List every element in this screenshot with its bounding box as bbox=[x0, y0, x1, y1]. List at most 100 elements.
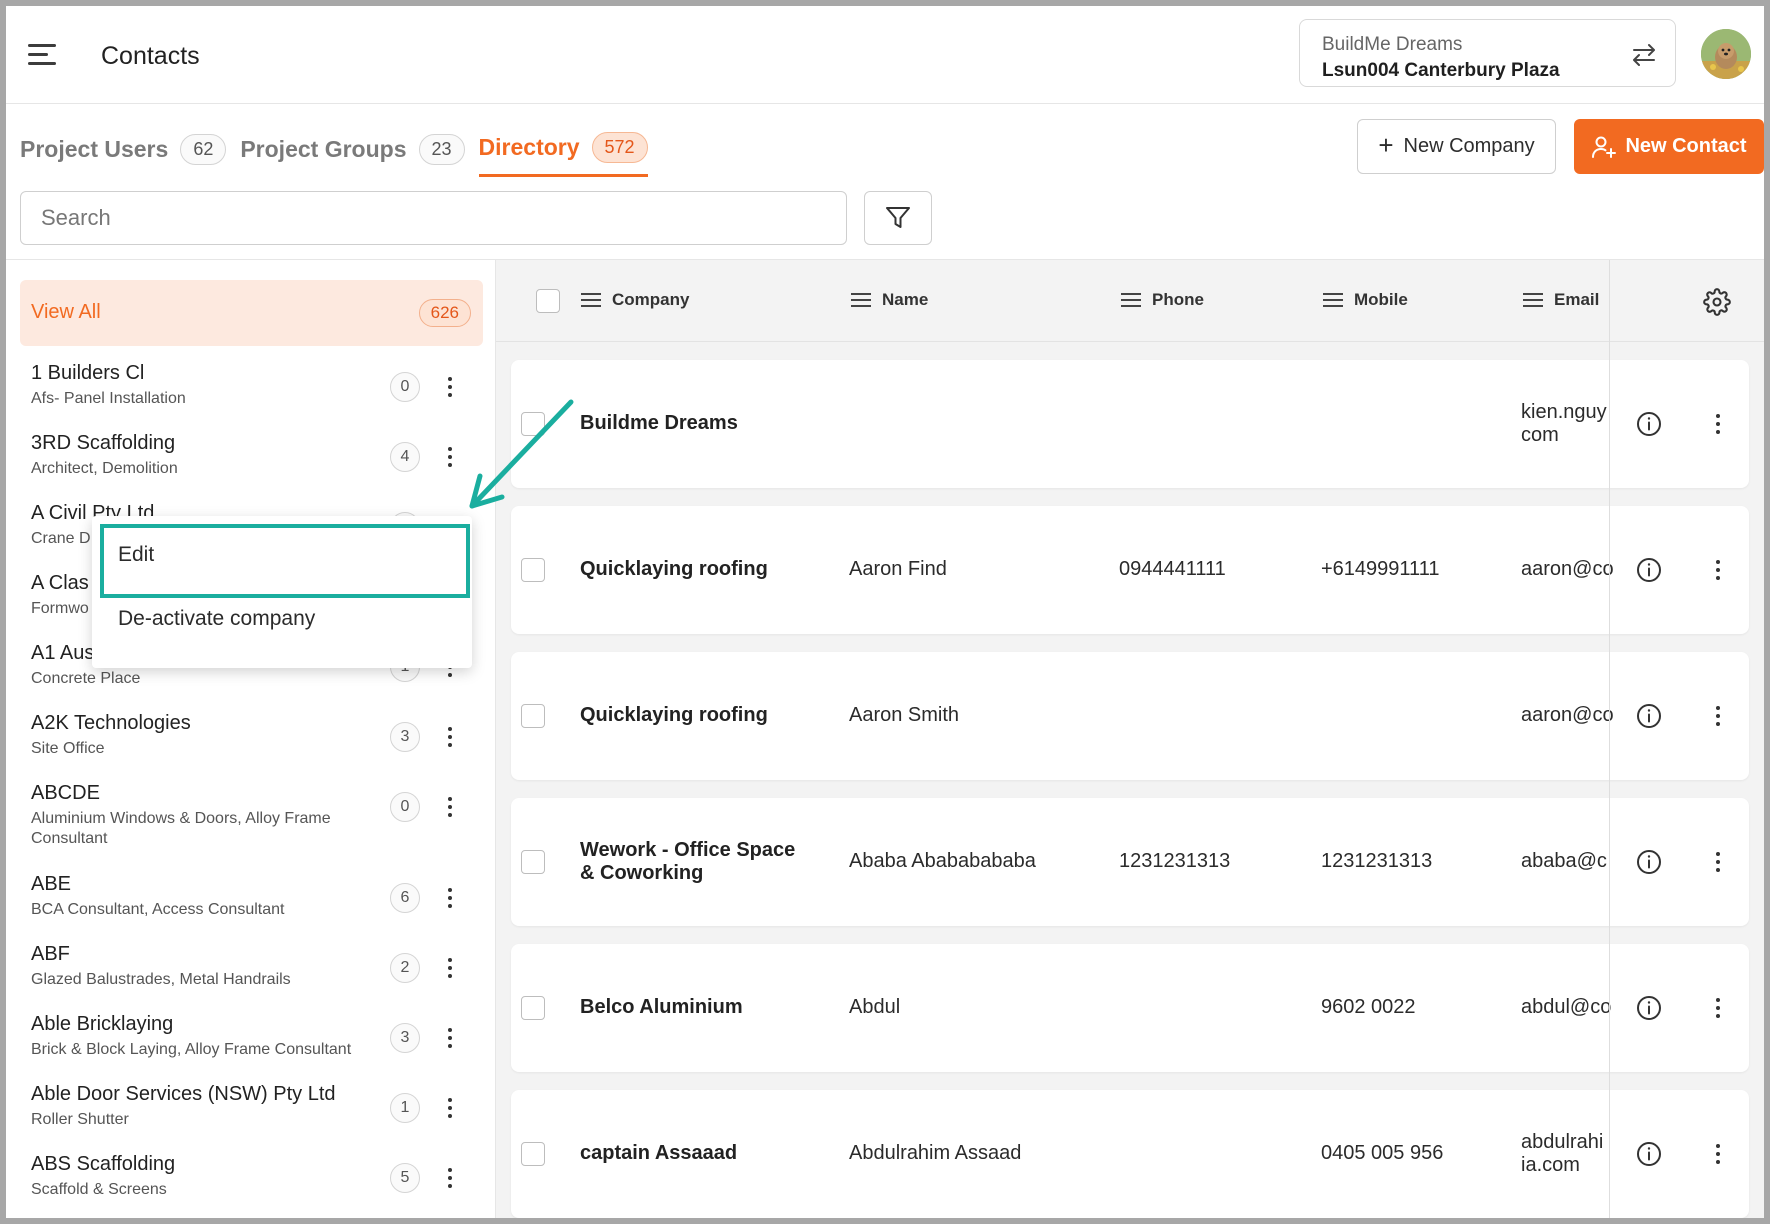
company-item[interactable]: ABCDE Aluminium Windows & Doors, Alloy F… bbox=[6, 772, 496, 863]
company-name: ABCDE bbox=[31, 782, 100, 804]
company-item[interactable]: Able Bricklaying Brick & Block Laying, A… bbox=[6, 1003, 496, 1073]
company-trades: Architect, Demolition bbox=[31, 460, 178, 477]
cell-name: Abdulrahim Assaad bbox=[849, 1142, 1022, 1164]
cell-company: Quicklaying roofing bbox=[580, 558, 768, 580]
column-email[interactable]: Email bbox=[1523, 289, 1599, 311]
table-row[interactable]: captain Assaaad Abdulrahim Assaad 0405 0… bbox=[511, 1090, 1749, 1218]
cell-email-continued: com bbox=[1521, 424, 1559, 446]
company-name: A1 Aus bbox=[31, 642, 95, 664]
row-checkbox[interactable] bbox=[521, 850, 545, 874]
company-item[interactable]: ABF Glazed Balustrades, Metal Handrails … bbox=[6, 933, 496, 1003]
tab-directory[interactable]: Directory 572 bbox=[478, 131, 648, 177]
tab-project-groups[interactable]: Project Groups 23 bbox=[240, 131, 465, 177]
table-row[interactable]: Quicklaying roofing Aaron Smith aaron@co bbox=[511, 652, 1749, 780]
new-company-button[interactable]: + New Company bbox=[1357, 119, 1556, 174]
info-icon[interactable] bbox=[1635, 410, 1663, 438]
cell-mobile: 9602 0022 bbox=[1321, 996, 1416, 1018]
company-count-badge: 3 bbox=[390, 1023, 420, 1053]
company-trades: Site Office bbox=[31, 740, 105, 757]
column-label: Name bbox=[882, 290, 929, 309]
tab-count-badge: 572 bbox=[591, 132, 648, 163]
column-menu-icon bbox=[851, 289, 871, 311]
table-header: Company Name Phone Mobile Email bbox=[496, 260, 1764, 342]
search-input[interactable] bbox=[20, 191, 847, 245]
view-all-item[interactable]: View All 626 bbox=[20, 280, 483, 346]
kebab-icon[interactable] bbox=[1708, 407, 1728, 441]
kebab-icon[interactable] bbox=[1708, 553, 1728, 587]
cell-phone: 1231231313 bbox=[1119, 850, 1231, 872]
hamburger-icon[interactable] bbox=[28, 44, 58, 68]
table-row[interactable]: Quicklaying roofing Aaron Find 094444111… bbox=[511, 506, 1749, 634]
kebab-icon[interactable] bbox=[1708, 699, 1728, 733]
company-item[interactable]: 3RD Scaffolding Architect, Demolition 4 bbox=[6, 422, 496, 492]
row-checkbox[interactable] bbox=[521, 1142, 545, 1166]
kebab-icon[interactable] bbox=[440, 1021, 460, 1055]
row-checkbox[interactable] bbox=[521, 558, 545, 582]
company-sidebar: View All 626 1 Builders Cl Afs- Panel In… bbox=[6, 260, 496, 1218]
kebab-icon[interactable] bbox=[1708, 991, 1728, 1025]
cell-email: aaron@co bbox=[1521, 704, 1614, 726]
column-label: Company bbox=[612, 290, 690, 309]
company-list: 1 Builders Cl Afs- Panel Installation 0 … bbox=[6, 352, 496, 1213]
cell-mobile: +6149991111 bbox=[1321, 558, 1440, 580]
column-label: Email bbox=[1554, 290, 1600, 309]
company-name: 3RD Scaffolding bbox=[31, 432, 176, 454]
select-all-checkbox[interactable] bbox=[536, 289, 560, 313]
cell-company: Buildme Dreams bbox=[580, 412, 738, 434]
column-company[interactable]: Company bbox=[581, 289, 689, 311]
info-icon[interactable] bbox=[1635, 556, 1663, 584]
gear-icon[interactable] bbox=[1703, 288, 1731, 316]
top-header: Contacts BuildMe Dreams Lsun004 Canterbu… bbox=[6, 6, 1764, 104]
company-item[interactable]: Able Door Services (NSW) Pty Ltd Roller … bbox=[6, 1073, 496, 1143]
cell-name: Ababa Abababababa bbox=[849, 850, 1036, 872]
kebab-icon[interactable] bbox=[440, 951, 460, 985]
kebab-icon[interactable] bbox=[1708, 1137, 1728, 1171]
cell-name: Abdul bbox=[849, 996, 901, 1018]
column-phone[interactable]: Phone bbox=[1121, 289, 1204, 311]
table-row[interactable]: Wework - Office Space & Coworking Ababa … bbox=[511, 798, 1749, 926]
company-count-badge: 2 bbox=[390, 953, 420, 983]
company-name: ABE bbox=[31, 873, 72, 895]
company-name: ABF bbox=[31, 943, 70, 965]
company-item[interactable]: 1 Builders Cl Afs- Panel Installation 0 bbox=[6, 352, 496, 422]
kebab-icon[interactable] bbox=[440, 790, 460, 824]
kebab-icon[interactable] bbox=[440, 881, 460, 915]
cell-email: ababa@c bbox=[1521, 850, 1607, 872]
table-row[interactable]: Belco Aluminium Abdul 9602 0022 abdul@co bbox=[511, 944, 1749, 1072]
row-checkbox[interactable] bbox=[521, 996, 545, 1020]
kebab-icon[interactable] bbox=[440, 720, 460, 754]
info-icon[interactable] bbox=[1635, 994, 1663, 1022]
column-name[interactable]: Name bbox=[851, 289, 928, 311]
company-item[interactable]: ABE BCA Consultant, Access Consultant 6 bbox=[6, 863, 496, 933]
cell-name: Aaron Find bbox=[849, 558, 947, 580]
cell-company: Quicklaying roofing bbox=[580, 704, 768, 726]
info-icon[interactable] bbox=[1635, 1140, 1663, 1168]
cell-email: abdulrahi bbox=[1521, 1131, 1604, 1153]
row-checkbox[interactable] bbox=[521, 704, 545, 728]
cell-mobile: 1231231313 bbox=[1321, 850, 1433, 872]
company-item[interactable]: A2K Technologies Site Office 3 bbox=[6, 702, 496, 772]
table-row[interactable]: Buildme Dreams kien.nguy com bbox=[511, 360, 1749, 488]
tab-count-badge: 23 bbox=[418, 133, 465, 165]
kebab-icon[interactable] bbox=[440, 1161, 460, 1195]
info-icon[interactable] bbox=[1635, 702, 1663, 730]
info-icon[interactable] bbox=[1635, 848, 1663, 876]
project-company: BuildMe Dreams bbox=[1322, 34, 1463, 55]
column-divider bbox=[1609, 260, 1610, 1218]
company-count-badge: 4 bbox=[390, 442, 420, 472]
user-avatar[interactable] bbox=[1701, 29, 1751, 79]
new-contact-button[interactable]: New Contact bbox=[1574, 119, 1764, 174]
kebab-icon[interactable] bbox=[440, 1091, 460, 1125]
company-trades: Concrete Place bbox=[31, 670, 141, 687]
company-name: ABS Scaffolding bbox=[31, 1153, 176, 1175]
project-switcher[interactable]: BuildMe Dreams Lsun004 Canterbury Plaza bbox=[1299, 19, 1676, 87]
company-trades: Aluminium Windows & Doors, Alloy Frame C… bbox=[31, 810, 331, 847]
cell-company: captain Assaaad bbox=[580, 1142, 738, 1164]
tab-project-users[interactable]: Project Users 62 bbox=[20, 131, 227, 177]
swap-icon[interactable] bbox=[1630, 41, 1658, 69]
app-frame: Contacts BuildMe Dreams Lsun004 Canterbu… bbox=[6, 6, 1764, 1218]
column-mobile[interactable]: Mobile bbox=[1323, 289, 1408, 311]
company-item[interactable]: ABS Scaffolding Scaffold & Screens 5 bbox=[6, 1143, 496, 1213]
filter-button[interactable] bbox=[864, 191, 932, 245]
kebab-icon[interactable] bbox=[1708, 845, 1728, 879]
